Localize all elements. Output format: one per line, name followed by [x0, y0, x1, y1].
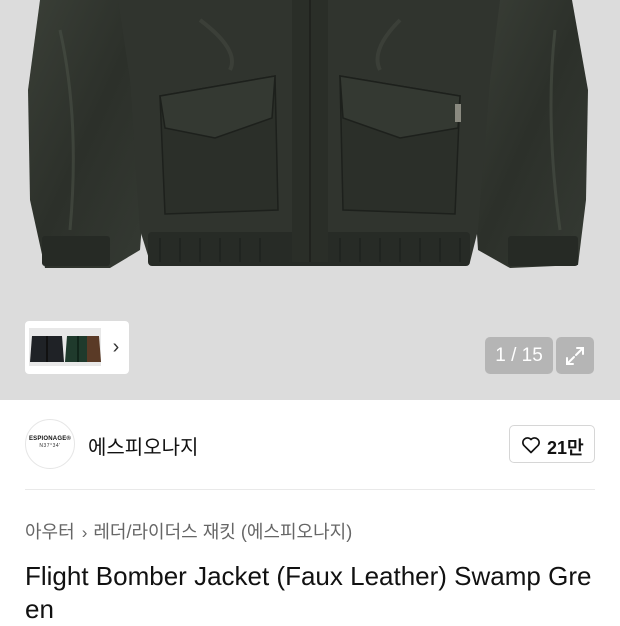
breadcrumb-subcategory[interactable]: 레더/라이더스 재킷 (에스피오나지) [93, 522, 352, 542]
product-image-gallery[interactable]: › 1 / 15 [0, 0, 620, 400]
chevron-right-icon: › [81, 523, 88, 542]
like-count: 21만 [547, 438, 584, 458]
thumbnail-brown-jacket[interactable] [87, 328, 101, 366]
heart-icon [522, 437, 540, 454]
breadcrumb: 아우터 › 레더/라이더스 재킷 (에스피오나지) [25, 518, 352, 544]
thumbnail-strip[interactable]: › [25, 321, 129, 374]
expand-icon [566, 347, 584, 365]
brand-name-link[interactable]: 에스피오나지 [88, 431, 198, 460]
image-page-counter: 1 / 15 [485, 337, 553, 374]
product-title: Flight Bomber Jacket (Faux Leather) Swam… [25, 561, 592, 624]
like-button[interactable]: 21만 [509, 425, 595, 463]
brand-logo-text: ESPIONAGE® [28, 436, 72, 442]
brand-logo-subtext: N37°34' [39, 443, 61, 449]
fullscreen-button[interactable] [556, 337, 594, 374]
brand-logo[interactable]: ESPIONAGE® N37°34' [25, 419, 75, 469]
chevron-right-icon[interactable]: › [109, 335, 123, 359]
breadcrumb-category[interactable]: 아우터 [25, 522, 75, 542]
divider [25, 489, 595, 490]
thumbnail-black-jacket[interactable] [29, 328, 65, 366]
